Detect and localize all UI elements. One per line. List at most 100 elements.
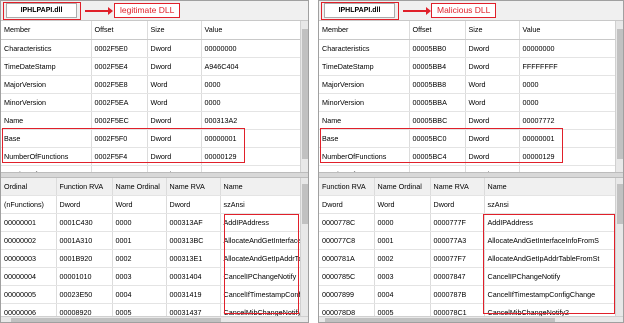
table-row[interactable]: MinorVersion 00005BBA Word 0000	[319, 93, 616, 112]
table-row[interactable]: NumberOfFunctions 0002F5F4 Dword 00000129	[1, 147, 301, 166]
column-header-row: Member Offset Size Value	[1, 21, 301, 40]
title-bar: IPHLPAPI.dll legitimate DLL	[1, 1, 308, 21]
table-row[interactable]: 0000778C 0000 0000777F AddIPAddress	[319, 213, 616, 232]
table-cell: 00031404	[166, 267, 221, 286]
vertical-scrollbar[interactable]	[300, 21, 308, 172]
table-cell: 0000	[201, 93, 301, 112]
table-cell: 0001C430	[56, 213, 113, 232]
table-cell: 00000129	[519, 147, 616, 166]
table-cell: AddIPAddress	[484, 213, 616, 232]
table-row[interactable]: Characteristics 0002F5E0 Dword 00000000	[1, 39, 301, 58]
vertical-scrollbar[interactable]	[615, 21, 623, 172]
table-cell: 0001	[374, 231, 431, 250]
table-cell: CancelIPChangeNotify	[220, 267, 301, 286]
table-cell: 0001A310	[56, 231, 113, 250]
table-row[interactable]: Base 00005BC0 Dword 00000001	[319, 129, 616, 148]
column-header: Member	[319, 21, 410, 40]
export-functions-table: Function RVA Name Ordinal Name RVA Name Dwor…	[319, 178, 616, 322]
table-cell: Base	[1, 129, 92, 148]
table-cell: 0002	[374, 249, 431, 268]
table-cell: 0002F5E0	[91, 39, 148, 58]
table-cell: 00000005	[1, 285, 57, 304]
type-header: szAnsi	[220, 195, 301, 214]
table-row[interactable]: 00000002 0001A310 0001 000313BC AllocateAndG…	[1, 231, 301, 250]
table-cell: 00005BC0	[409, 129, 466, 148]
table-cell: 0003	[112, 267, 167, 286]
malicious-dll-caption: Malicious DLL	[431, 3, 497, 18]
table-cell: Dword	[147, 39, 202, 58]
table-row[interactable]: 0000785C 0003 00007847 CancelIPChangeNotify	[319, 267, 616, 286]
table-cell: 00005BC4	[409, 147, 466, 166]
table-cell: 00000002	[1, 231, 57, 250]
table-cell: Word	[465, 75, 520, 94]
table-cell: TimeDateStamp	[1, 57, 92, 76]
table-cell: 000077C8	[319, 231, 375, 250]
table-row[interactable]: Name 00005BBC Dword 00007772	[319, 111, 616, 130]
table-cell: 0002F5F0	[91, 129, 148, 148]
column-header: Value	[519, 21, 616, 40]
table-cell: 0004	[112, 285, 167, 304]
table-cell: 0000778C	[319, 213, 375, 232]
type-header-row: Dword Word Dword szAnsi	[319, 195, 616, 214]
table-cell: Word	[147, 75, 202, 94]
type-header: Dword	[56, 195, 113, 214]
table-row[interactable]: 00000003 0001B920 0002 000313E1 AllocateAndG…	[1, 249, 301, 268]
table-row[interactable]: 00000005 00023E50 0004 00031419 CancelIfTime…	[1, 285, 301, 304]
table-cell: 0004	[374, 285, 431, 304]
type-header: szAnsi	[484, 195, 616, 214]
table-row[interactable]: TimeDateStamp 00005BB4 Dword FFFFFFFF	[319, 57, 616, 76]
table-cell: Dword	[465, 129, 520, 148]
table-row[interactable]: 0000781A 0002 000077F7 AllocateAndGetIpAddr…	[319, 249, 616, 268]
table-cell: A946C404	[201, 57, 301, 76]
table-cell: Dword	[465, 147, 520, 166]
type-header: Dword	[319, 195, 375, 214]
table-cell: 00000000	[201, 39, 301, 58]
table-row[interactable]: 00000004 00001010 0003 00031404 CancelIPChan…	[1, 267, 301, 286]
table-cell: 00023E50	[56, 285, 113, 304]
vertical-scrollbar[interactable]	[615, 178, 623, 316]
table-cell: MajorVersion	[319, 75, 410, 94]
column-header: Offset	[409, 21, 466, 40]
table-cell: 000313A2	[201, 111, 301, 130]
table-cell: 00000000	[519, 39, 616, 58]
malicious-dll-pane: IPHLPAPI.dll Malicious DLL Member Offset S…	[318, 0, 624, 323]
table-cell: Word	[465, 93, 520, 112]
table-cell: AllocateAndGetIpAddrTableFromSt	[484, 249, 616, 268]
vertical-scrollbar[interactable]	[300, 178, 308, 316]
table-cell: 0002F5E4	[91, 57, 148, 76]
table-cell: NumberOfFunctions	[1, 147, 92, 166]
table-cell: 000313BC	[166, 231, 221, 250]
table-row[interactable]: 00000001 0001C430 0000 000313AF AddIPAddress	[1, 213, 301, 232]
table-cell: 00005BB8	[409, 75, 466, 94]
type-header: Dword	[166, 195, 221, 214]
table-row[interactable]: Name 0002F5EC Dword 000313A2	[1, 111, 301, 130]
table-cell: 0001	[112, 231, 167, 250]
table-row[interactable]: NumberOfFunctions 00005BC4 Dword 00000129	[319, 147, 616, 166]
column-header: Offset	[91, 21, 148, 40]
table-row[interactable]: TimeDateStamp 0002F5E4 Dword A946C404	[1, 57, 301, 76]
table-cell: Dword	[147, 129, 202, 148]
table-cell: CancelIfTimestampConfigChange	[484, 285, 616, 304]
table-row[interactable]: 00007899 0004 0000787B CancelIfTimestampCon…	[319, 285, 616, 304]
table-cell: Dword	[465, 39, 520, 58]
table-cell: 0000781A	[319, 249, 375, 268]
table-row[interactable]: Characteristics 00005BB0 Dword 00000000	[319, 39, 616, 58]
table-cell: Characteristics	[319, 39, 410, 58]
table-cell: 0000777F	[430, 213, 485, 232]
column-header: Name Ordinal	[112, 178, 167, 196]
table-row[interactable]: 000077C8 0001 000077A3 AllocateAndGetInterf…	[319, 231, 616, 250]
table-cell: Dword	[147, 111, 202, 130]
column-header: Name	[220, 178, 301, 196]
table-row[interactable]: MajorVersion 00005BB8 Word 0000	[319, 75, 616, 94]
table-row[interactable]: MinorVersion 0002F5EA Word 0000	[1, 93, 301, 112]
legitimate-dll-caption: legitimate DLL	[114, 3, 181, 18]
table-cell: 0000787B	[430, 285, 485, 304]
horizontal-scrollbar[interactable]	[1, 316, 308, 322]
horizontal-scrollbar[interactable]	[319, 316, 623, 322]
table-cell: 00000129	[201, 147, 301, 166]
type-header-row: (nFunctions) Dword Word Dword szAnsi	[1, 195, 301, 214]
table-cell: AllocateAndGetInterfaceInfoFromS	[484, 231, 616, 250]
table-row[interactable]: MajorVersion 0002F5E8 Word 0000	[1, 75, 301, 94]
table-row[interactable]: Base 0002F5F0 Dword 00000001	[1, 129, 301, 148]
table-cell: 00007899	[319, 285, 375, 304]
